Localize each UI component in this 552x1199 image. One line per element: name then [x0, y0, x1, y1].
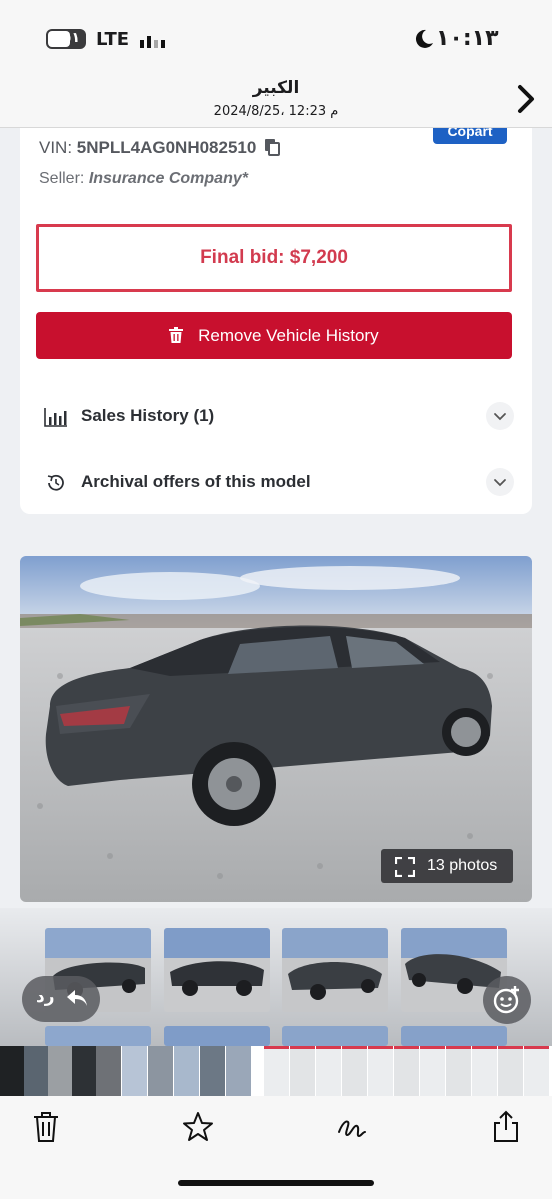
seller-label: Seller:	[39, 170, 85, 187]
smiley-plus-icon	[493, 986, 519, 1014]
filmstrip-item[interactable]	[342, 1046, 367, 1096]
filmstrip-item[interactable]	[368, 1046, 393, 1096]
filmstrip-item[interactable]	[148, 1046, 173, 1096]
remove-button-label: Remove Vehicle History	[198, 326, 379, 345]
filmstrip-item[interactable]	[96, 1046, 121, 1096]
thumbnail-3[interactable]	[282, 928, 388, 1012]
signal-icon	[140, 36, 165, 48]
battery-level: ٥١	[62, 30, 80, 46]
final-bid-box: Final bid: $7,200	[36, 224, 512, 292]
thumbnail-5[interactable]	[45, 1026, 151, 1046]
thumbnail-2[interactable]	[164, 928, 270, 1012]
filmstrip-item[interactable]	[420, 1046, 445, 1096]
copart-badge: Copart	[433, 128, 507, 144]
filmstrip-item[interactable]	[446, 1046, 471, 1096]
home-indicator	[178, 1180, 374, 1186]
copy-icon[interactable]	[264, 138, 281, 156]
thumbnail-7[interactable]	[282, 1026, 388, 1046]
listing-card: Copart VIN: 5NPLL4AG0NH082510 Seller: In…	[20, 128, 532, 514]
photos-count-label: 13 photos	[427, 857, 498, 874]
markup-icon[interactable]	[336, 1110, 368, 1144]
bottom-toolbar	[0, 1096, 552, 1199]
filmstrip-item[interactable]	[264, 1046, 289, 1096]
vin-value: 5NPLL4AG0NH082510	[76, 138, 257, 157]
status-bar: ٥١ LTE ١٠:١٣	[0, 0, 552, 70]
filmstrip-item[interactable]	[498, 1046, 523, 1096]
trash-icon	[169, 327, 184, 343]
filmstrip-item[interactable]	[0, 1046, 25, 1096]
vin-label: VIN:	[39, 138, 73, 157]
filmstrip-item[interactable]	[122, 1046, 147, 1096]
thumbnail-6[interactable]	[164, 1026, 270, 1046]
sticker-button[interactable]	[483, 976, 531, 1024]
vehicle-photo[interactable]: 13 photos	[20, 556, 532, 902]
filmstrip-item[interactable]	[200, 1046, 225, 1096]
trash-icon[interactable]	[30, 1110, 62, 1144]
star-icon[interactable]	[182, 1110, 214, 1144]
filmstrip-item[interactable]	[72, 1046, 97, 1096]
expand-icon	[395, 857, 415, 877]
chevron-right-icon[interactable]	[514, 82, 538, 116]
seller-value: Insurance Company*	[88, 170, 248, 187]
share-icon[interactable]	[490, 1110, 522, 1144]
sales-history-label: Sales History (1)	[81, 406, 215, 425]
filmstrip-item[interactable]	[24, 1046, 49, 1096]
reply-arrow-icon	[67, 990, 87, 1006]
filmstrip-item[interactable]	[48, 1046, 73, 1096]
seller-row: Seller: Insurance Company*	[39, 170, 248, 188]
sales-history-row[interactable]: Sales History (1)	[20, 392, 532, 442]
photos-count-badge[interactable]: 13 photos	[381, 849, 513, 883]
archival-offers-label: Archival offers of this model	[81, 472, 311, 491]
viewer-title: الكبير	[252, 78, 300, 98]
photo-viewer-header: الكبير 2024/8/25، 12:23 م	[0, 70, 552, 128]
filmstrip-item[interactable]	[290, 1046, 315, 1096]
viewer-subtitle: 2024/8/25، 12:23 م	[213, 104, 339, 119]
bar-chart-icon	[44, 408, 67, 427]
thumbnail-8[interactable]	[401, 1026, 507, 1046]
filmstrip[interactable]	[0, 1046, 552, 1096]
reply-label: رد	[36, 987, 55, 1007]
reply-button[interactable]: رد	[22, 976, 100, 1022]
filmstrip-item[interactable]	[394, 1046, 419, 1096]
vin-row: VIN: 5NPLL4AG0NH082510	[39, 138, 281, 158]
filmstrip-item[interactable]	[316, 1046, 341, 1096]
remove-vehicle-history-button[interactable]: Remove Vehicle History	[36, 312, 512, 359]
status-time: ١٠:١٣	[436, 26, 499, 51]
filmstrip-item[interactable]	[226, 1046, 251, 1096]
chevron-down-icon[interactable]	[486, 468, 514, 496]
filmstrip-item[interactable]	[174, 1046, 199, 1096]
battery-icon: ٥١	[46, 29, 86, 49]
archival-offers-row[interactable]: Archival offers of this model	[20, 458, 532, 508]
history-icon	[47, 474, 64, 491]
do-not-disturb-icon	[415, 29, 433, 48]
chevron-down-icon[interactable]	[486, 402, 514, 430]
filmstrip-item[interactable]	[472, 1046, 497, 1096]
filmstrip-item[interactable]	[524, 1046, 549, 1096]
screenshot-content: Copart VIN: 5NPLL4AG0NH082510 Seller: In…	[0, 128, 552, 1046]
network-type: LTE	[96, 29, 130, 50]
